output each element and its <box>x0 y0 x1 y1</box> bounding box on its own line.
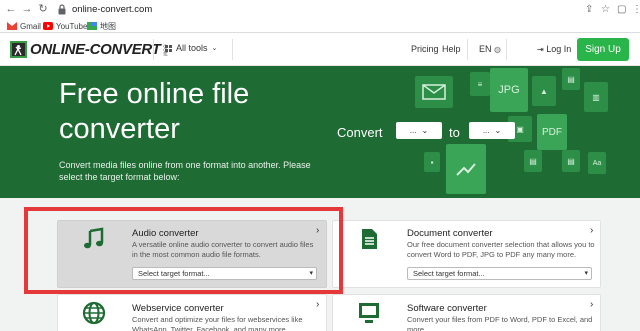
login-link[interactable]: ⇥ Log In <box>537 44 571 54</box>
software-converter-card[interactable]: Software converter › Convert your files … <box>332 294 601 331</box>
webservice-converter-card[interactable]: Webservice converter › Convert and optim… <box>57 294 327 331</box>
file-doc-icon: ≡ <box>470 72 490 96</box>
language-label: EN <box>479 44 492 54</box>
back-icon[interactable]: ← <box>5 3 17 16</box>
jpg-doc-icon: JPG <box>490 68 528 112</box>
globe-small-icon: ◍ <box>494 45 502 54</box>
hero-banner: ≡ JPG ▲ ▤ ▥ ▣ PDF ▤ ▤ Aa ▪ Free online f… <box>0 66 640 198</box>
monitor-icon <box>359 303 379 323</box>
card-title: Software converter <box>407 303 487 314</box>
hero-title: Free online file converter <box>59 78 250 145</box>
envelope-doc-icon <box>415 76 453 108</box>
chart-doc-icon: ▥ <box>584 82 608 112</box>
star-icon[interactable]: ☆ <box>601 3 610 16</box>
bookmarks-bar: Gmail YouTube 地图 <box>0 19 640 33</box>
pdf-doc-icon: PDF <box>537 114 567 150</box>
all-tools-button[interactable]: All tools ⌄ <box>165 43 217 53</box>
card-description: Convert and optimize your files for webs… <box>132 315 303 331</box>
bookmark-youtube-label: YouTube <box>56 21 88 31</box>
share-icon[interactable]: ⇪ <box>585 3 593 16</box>
url-field[interactable]: online-convert.com <box>72 4 152 15</box>
chevron-right-icon[interactable]: › <box>590 225 593 236</box>
site-logo[interactable]: ONLINE-CONVERT .COM <box>10 41 168 58</box>
bookmark-gmail-label: Gmail <box>20 21 41 31</box>
document-converter-card[interactable]: Document converter › Our free document c… <box>332 220 601 288</box>
reload-icon[interactable]: ↻ <box>37 3 49 16</box>
document-icon <box>362 229 377 249</box>
logo-mark-icon <box>10 41 27 58</box>
help-link[interactable]: Help <box>442 44 461 54</box>
from-format-select[interactable]: ... ⌄ <box>396 122 442 139</box>
chevron-down-icon: ⌄ <box>421 126 429 135</box>
maps-icon <box>87 22 97 30</box>
signup-button[interactable]: Sign Up <box>577 38 629 61</box>
card-description: Convert your files from PDF to Word, PDF… <box>407 315 593 331</box>
convert-label: Convert <box>337 125 383 140</box>
login-icon: ⇥ <box>537 45 544 54</box>
font-doc-icon: Aa <box>588 152 606 174</box>
lock-icon[interactable] <box>57 4 67 15</box>
file-doc-icon: ▪ <box>424 152 440 172</box>
hero-subtitle: Convert media files online from one form… <box>59 160 311 182</box>
chevron-down-icon: ⌄ <box>211 45 218 52</box>
trend-doc-icon <box>446 144 486 194</box>
logo-text: ONLINE-CONVERT <box>30 41 161 58</box>
document-target-format-select[interactable]: Select target format... ▾ <box>407 267 592 280</box>
from-format-value: ... <box>409 126 417 135</box>
chevron-down-icon: ⌄ <box>494 126 502 135</box>
bookmark-gmail[interactable]: Gmail <box>7 20 41 32</box>
header-divider <box>467 39 468 60</box>
all-tools-label: All tools <box>176 43 208 53</box>
extension-icon[interactable]: ▢ <box>617 3 626 16</box>
header-divider <box>506 39 507 60</box>
bookmark-youtube[interactable]: YouTube <box>43 20 87 32</box>
card-title: Document converter <box>407 228 493 239</box>
bookmark-maps-label: 地图 <box>100 21 116 31</box>
chevron-right-icon[interactable]: › <box>316 299 319 310</box>
card-description: Our free document converter selection th… <box>407 240 595 259</box>
file-doc-icon: ▤ <box>524 150 542 172</box>
forward-icon[interactable]: → <box>21 3 33 16</box>
highlight-box <box>24 207 343 294</box>
header-divider <box>232 39 233 60</box>
grid-icon <box>165 44 172 52</box>
site-header: ONLINE-CONVERT .COM All tools ⌄ Pricing … <box>0 33 640 66</box>
pricing-link[interactable]: Pricing <box>411 44 439 54</box>
address-bar: ← → ↻ online-convert.com ⇪ ☆ ▢ ⋮ <box>0 0 640 19</box>
to-format-value: ... <box>482 126 490 135</box>
chevron-down-icon: ▾ <box>584 270 588 277</box>
login-label: Log In <box>546 44 572 54</box>
file-doc-icon: ▤ <box>562 150 580 172</box>
menu-icon[interactable]: ⋮ <box>632 3 640 16</box>
header-divider <box>153 39 154 60</box>
file-doc-icon: ▤ <box>562 68 580 90</box>
to-format-select[interactable]: ... ⌄ <box>469 122 515 139</box>
select-placeholder: Select target format... <box>413 269 485 278</box>
youtube-icon <box>43 22 53 30</box>
card-title: Webservice converter <box>132 303 224 314</box>
chevron-right-icon[interactable]: › <box>590 299 593 310</box>
bookmark-maps[interactable]: 地图 <box>87 20 116 32</box>
language-selector[interactable]: EN ◍ <box>479 44 501 54</box>
to-label: to <box>449 125 460 140</box>
gmail-icon <box>7 22 17 30</box>
globe-icon <box>82 301 106 325</box>
image-doc-icon: ▲ <box>532 76 556 106</box>
